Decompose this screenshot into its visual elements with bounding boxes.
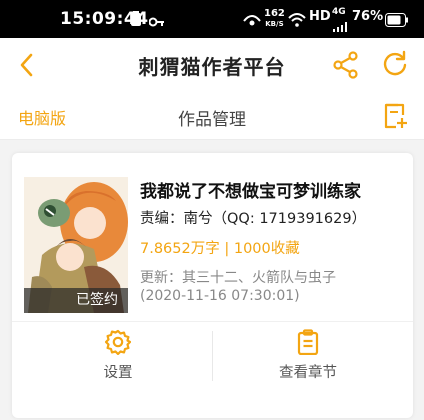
- battery-icon: [385, 12, 409, 31]
- book-update-time: (2020-11-16 07:30:01): [140, 288, 300, 304]
- hd-label: HD: [309, 9, 331, 24]
- book-title[interactable]: 我都说了不想做宝可梦训练家: [140, 177, 361, 202]
- notification-icon: [130, 11, 142, 31]
- book-editor: 责编：南兮（QQ: 1719391629）: [140, 211, 367, 227]
- gear-icon: [105, 329, 131, 355]
- signed-badge: 已签约: [24, 288, 128, 313]
- view-chapters-label: 查看章节: [279, 365, 337, 381]
- add-document-icon: [384, 103, 407, 129]
- wifi-icon: [288, 12, 306, 31]
- book-cover[interactable]: 已签约: [24, 177, 128, 313]
- book-stats: 7.8652万字 | 1000收藏: [140, 241, 300, 257]
- add-work-button[interactable]: [382, 102, 410, 130]
- settings-button[interactable]: 设置: [18, 329, 218, 389]
- book-latest-update: 更新：其三十二、火箭队与虫子: [140, 270, 336, 286]
- app-title: 刺猬猫作者平台: [138, 55, 286, 79]
- refresh-icon: [383, 50, 407, 76]
- signal-icon: [333, 17, 347, 36]
- status-bar: 15:09:44 162 KB/S HD 4G 76%: [0, 0, 424, 38]
- settings-label: 设置: [103, 365, 133, 381]
- book-card[interactable]: 已签约 我都说了不想做宝可梦训练家 责编：南兮（QQ: 1719391629） …: [12, 153, 413, 418]
- network-speed: 162 KB/S: [264, 9, 285, 29]
- share-button[interactable]: [332, 50, 360, 80]
- network-speed-unit: KB/S: [265, 20, 284, 28]
- clipboard-list-icon: [297, 329, 319, 355]
- card-divider: [12, 321, 413, 322]
- view-chapters-button[interactable]: 查看章节: [208, 329, 408, 389]
- key-icon: [148, 13, 165, 32]
- refresh-button[interactable]: [380, 49, 410, 79]
- sub-bar: 电脑版 作品管理: [0, 92, 424, 140]
- signal-label: 4G: [332, 7, 346, 17]
- page-title: 作品管理: [178, 110, 246, 130]
- battery-percent: 76%: [352, 9, 384, 24]
- network-speed-value: 162: [264, 8, 285, 19]
- alarm-icon: [243, 12, 261, 31]
- app-header: 刺猬猫作者平台: [0, 38, 424, 92]
- share-icon: [333, 51, 358, 79]
